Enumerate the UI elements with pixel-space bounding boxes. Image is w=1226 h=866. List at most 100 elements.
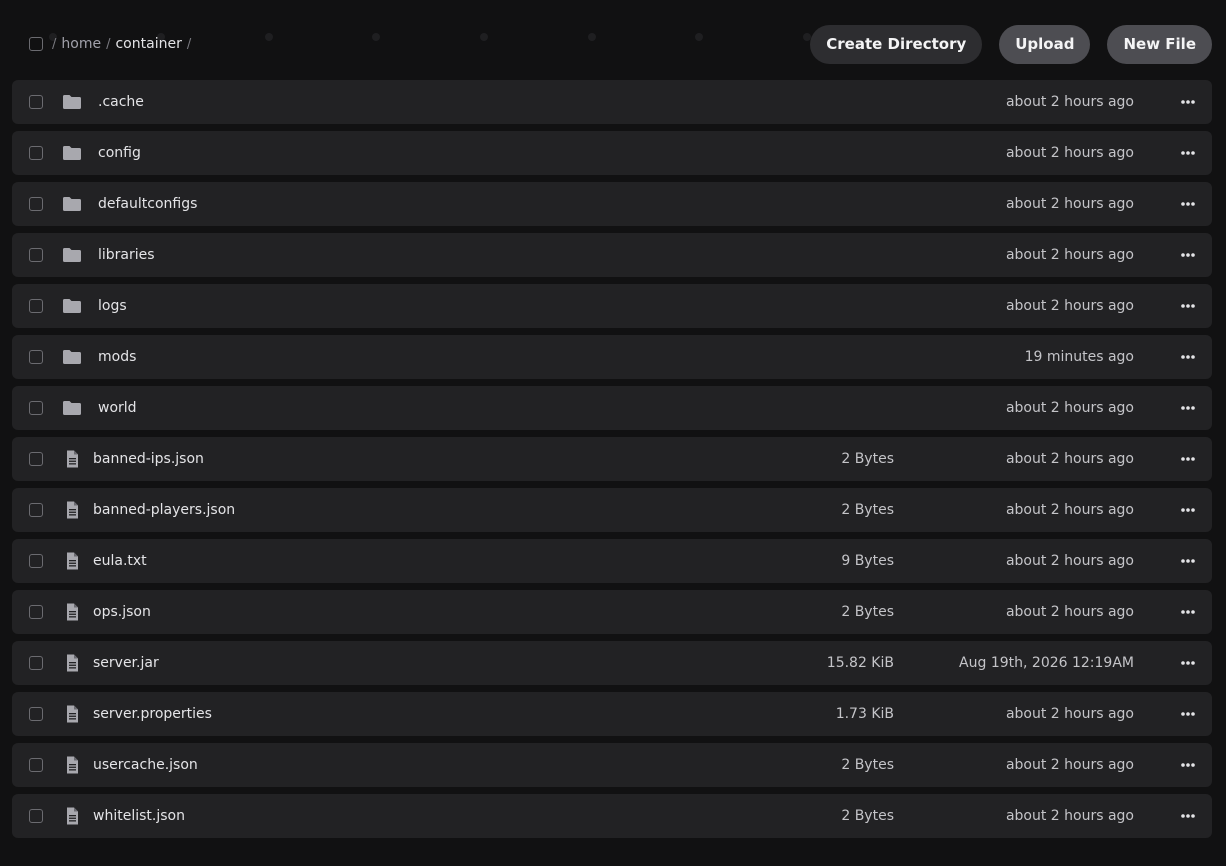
file-icon bbox=[63, 552, 83, 570]
file-row[interactable]: .cache about 2 hours ago bbox=[12, 80, 1212, 124]
file-modified: about 2 hours ago bbox=[1005, 604, 1134, 620]
more-options-icon[interactable] bbox=[1180, 656, 1196, 670]
breadcrumb-separator: / bbox=[186, 36, 192, 52]
more-options-icon[interactable] bbox=[1180, 95, 1196, 109]
file-modified: about 2 hours ago bbox=[1005, 196, 1134, 212]
row-checkbox[interactable] bbox=[29, 401, 43, 415]
row-checkbox[interactable] bbox=[29, 197, 43, 211]
file-name[interactable]: .cache bbox=[98, 94, 144, 110]
file-name[interactable]: logs bbox=[98, 298, 127, 314]
file-name[interactable]: mods bbox=[98, 349, 136, 365]
file-icon bbox=[63, 756, 83, 774]
file-row[interactable]: ops.json 2 Bytes about 2 hours ago bbox=[12, 590, 1212, 634]
breadcrumb-current[interactable]: container bbox=[115, 36, 181, 52]
file-row[interactable]: config about 2 hours ago bbox=[12, 131, 1212, 175]
row-checkbox[interactable] bbox=[29, 299, 43, 313]
create-directory-button[interactable]: Create Directory bbox=[810, 24, 983, 64]
more-options-icon[interactable] bbox=[1180, 146, 1196, 160]
file-row[interactable]: usercache.json 2 Bytes about 2 hours ago bbox=[12, 743, 1212, 787]
file-modified: about 2 hours ago bbox=[1005, 553, 1134, 569]
toolbar-actions: Create Directory Upload New File bbox=[810, 24, 1212, 64]
folder-icon bbox=[62, 399, 82, 417]
more-options-icon[interactable] bbox=[1180, 248, 1196, 262]
file-name[interactable]: whitelist.json bbox=[93, 808, 185, 824]
file-modified: about 2 hours ago bbox=[1005, 757, 1134, 773]
file-modified: about 2 hours ago bbox=[1005, 94, 1134, 110]
file-row[interactable]: server.jar 15.82 KiB Aug 19th, 2026 12:1… bbox=[12, 641, 1212, 685]
file-modified: 19 minutes ago bbox=[1024, 349, 1134, 365]
row-checkbox[interactable] bbox=[29, 809, 43, 823]
row-checkbox[interactable] bbox=[29, 350, 43, 364]
file-name[interactable]: server.jar bbox=[93, 655, 159, 671]
folder-icon bbox=[62, 297, 82, 315]
file-manager: / home / container / Create Directory Up… bbox=[0, 0, 1226, 866]
file-size: 2 Bytes bbox=[841, 808, 894, 824]
new-file-button[interactable]: New File bbox=[1107, 24, 1212, 64]
file-modified: about 2 hours ago bbox=[1005, 298, 1134, 314]
file-name[interactable]: eula.txt bbox=[93, 553, 147, 569]
more-options-icon[interactable] bbox=[1180, 350, 1196, 364]
breadcrumb-home[interactable]: home bbox=[61, 36, 101, 52]
file-icon bbox=[63, 705, 83, 723]
row-checkbox[interactable] bbox=[29, 554, 43, 568]
file-row[interactable]: whitelist.json 2 Bytes about 2 hours ago bbox=[12, 794, 1212, 838]
file-modified: about 2 hours ago bbox=[1005, 502, 1134, 518]
upload-button[interactable]: Upload bbox=[999, 24, 1091, 64]
file-name[interactable]: server.properties bbox=[93, 706, 212, 722]
file-size: 2 Bytes bbox=[841, 451, 894, 467]
file-name[interactable]: banned-ips.json bbox=[93, 451, 204, 467]
file-modified: about 2 hours ago bbox=[1005, 145, 1134, 161]
row-checkbox[interactable] bbox=[29, 95, 43, 109]
file-icon bbox=[63, 603, 83, 621]
file-row[interactable]: server.properties 1.73 KiB about 2 hours… bbox=[12, 692, 1212, 736]
file-list: .cache about 2 hours ago config about 2 … bbox=[12, 80, 1212, 845]
row-checkbox[interactable] bbox=[29, 758, 43, 772]
toolbar: / home / container / Create Directory Up… bbox=[12, 24, 1212, 64]
folder-icon bbox=[62, 246, 82, 264]
breadcrumb-separator: / bbox=[52, 36, 57, 52]
row-checkbox[interactable] bbox=[29, 248, 43, 262]
file-size: 9 Bytes bbox=[841, 553, 894, 569]
row-checkbox[interactable] bbox=[29, 605, 43, 619]
file-icon bbox=[63, 654, 83, 672]
file-name[interactable]: libraries bbox=[98, 247, 155, 263]
file-name[interactable]: world bbox=[98, 400, 137, 416]
more-options-icon[interactable] bbox=[1180, 197, 1196, 211]
file-size: 1.73 KiB bbox=[835, 706, 894, 722]
file-row[interactable]: banned-players.json 2 Bytes about 2 hour… bbox=[12, 488, 1212, 532]
file-icon bbox=[63, 501, 83, 519]
file-name[interactable]: usercache.json bbox=[93, 757, 198, 773]
file-name[interactable]: config bbox=[98, 145, 141, 161]
row-checkbox[interactable] bbox=[29, 146, 43, 160]
breadcrumb-separator: / bbox=[106, 36, 111, 52]
row-checkbox[interactable] bbox=[29, 452, 43, 466]
file-modified: about 2 hours ago bbox=[1005, 247, 1134, 263]
more-options-icon[interactable] bbox=[1180, 554, 1196, 568]
more-options-icon[interactable] bbox=[1180, 605, 1196, 619]
file-row[interactable]: logs about 2 hours ago bbox=[12, 284, 1212, 328]
file-name[interactable]: banned-players.json bbox=[93, 502, 235, 518]
more-options-icon[interactable] bbox=[1180, 707, 1196, 721]
more-options-icon[interactable] bbox=[1180, 503, 1196, 517]
row-checkbox[interactable] bbox=[29, 503, 43, 517]
file-modified: about 2 hours ago bbox=[1005, 400, 1134, 416]
file-name[interactable]: defaultconfigs bbox=[98, 196, 197, 212]
more-options-icon[interactable] bbox=[1180, 758, 1196, 772]
file-row[interactable]: mods 19 minutes ago bbox=[12, 335, 1212, 379]
select-all-checkbox[interactable] bbox=[29, 37, 43, 51]
more-options-icon[interactable] bbox=[1180, 401, 1196, 415]
file-row[interactable]: world about 2 hours ago bbox=[12, 386, 1212, 430]
file-name[interactable]: ops.json bbox=[93, 604, 151, 620]
row-checkbox[interactable] bbox=[29, 656, 43, 670]
more-options-icon[interactable] bbox=[1180, 299, 1196, 313]
more-options-icon[interactable] bbox=[1180, 452, 1196, 466]
file-row[interactable]: libraries about 2 hours ago bbox=[12, 233, 1212, 277]
file-row[interactable]: eula.txt 9 Bytes about 2 hours ago bbox=[12, 539, 1212, 583]
file-row[interactable]: banned-ips.json 2 Bytes about 2 hours ag… bbox=[12, 437, 1212, 481]
file-size: 2 Bytes bbox=[841, 757, 894, 773]
row-checkbox[interactable] bbox=[29, 707, 43, 721]
more-options-icon[interactable] bbox=[1180, 809, 1196, 823]
file-size: 2 Bytes bbox=[841, 502, 894, 518]
file-modified: about 2 hours ago bbox=[1005, 451, 1134, 467]
file-row[interactable]: defaultconfigs about 2 hours ago bbox=[12, 182, 1212, 226]
